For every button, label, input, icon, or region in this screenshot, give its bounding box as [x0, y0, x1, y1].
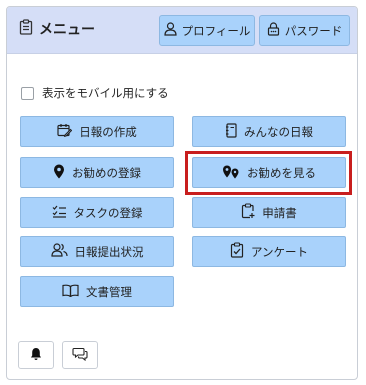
register-recommendation-label: お勧めの登録 — [72, 165, 141, 180]
document-management-button[interactable]: 文書管理 — [20, 276, 174, 307]
checklist-icon — [52, 205, 74, 221]
application-form-button[interactable]: 申請書 — [192, 197, 346, 228]
password-button-label: パスワード — [284, 23, 343, 38]
header-title: メニュー — [19, 19, 95, 39]
map-pin-icon — [53, 164, 72, 182]
create-daily-report-label: 日報の作成 — [79, 124, 137, 139]
mobile-view-toggle[interactable]: 表示をモバイル用にする — [21, 85, 169, 101]
open-book-icon — [62, 284, 86, 300]
users-icon — [50, 243, 75, 260]
header-title-text: メニュー — [39, 22, 95, 38]
notebook-icon — [225, 122, 244, 141]
document-management-label: 文書管理 — [86, 284, 132, 299]
survey-button[interactable]: アンケート — [192, 236, 346, 267]
register-task-label: タスクの登録 — [73, 205, 143, 220]
view-recommendations-label: お勧めを見る — [247, 165, 316, 180]
register-recommendation-button[interactable]: お勧めの登録 — [20, 157, 174, 188]
register-task-button[interactable]: タスクの登録 — [20, 197, 174, 228]
chat-button[interactable] — [62, 341, 98, 369]
profile-button-label: プロフィール — [181, 23, 251, 38]
menu-panel: メニュー プロフィール パスワード 表示をモバイル用にする 日報の作成 みんなの… — [6, 6, 358, 380]
view-recommendations-button[interactable]: お勧めを見る — [192, 157, 346, 188]
password-button[interactable]: パスワード — [259, 15, 350, 46]
calendar-edit-icon — [57, 123, 79, 140]
map-pins-icon — [222, 164, 247, 182]
mobile-view-checkbox[interactable] — [21, 86, 34, 100]
chat-icon — [72, 346, 88, 365]
everyones-daily-reports-button[interactable]: みんなの日報 — [192, 116, 346, 147]
clipboard-check-icon — [230, 242, 251, 261]
profile-button[interactable]: プロフィール — [159, 15, 255, 46]
survey-label: アンケート — [250, 244, 309, 259]
clipboard-icon — [19, 19, 39, 39]
mobile-view-label: 表示をモバイル用にする — [42, 86, 169, 100]
menu-header: メニュー プロフィール パスワード — [7, 7, 357, 54]
create-daily-report-button[interactable]: 日報の作成 — [20, 116, 174, 147]
report-submission-status-label: 日報提出状況 — [74, 244, 144, 259]
application-form-label: 申請書 — [262, 205, 297, 220]
clipboard-plus-icon — [241, 203, 262, 222]
everyones-daily-reports-label: みんなの日報 — [244, 124, 313, 139]
user-icon — [164, 22, 182, 39]
report-submission-status-button[interactable]: 日報提出状況 — [20, 236, 174, 267]
notifications-button[interactable] — [18, 341, 54, 369]
lock-icon — [267, 22, 285, 39]
bell-icon — [30, 346, 42, 365]
